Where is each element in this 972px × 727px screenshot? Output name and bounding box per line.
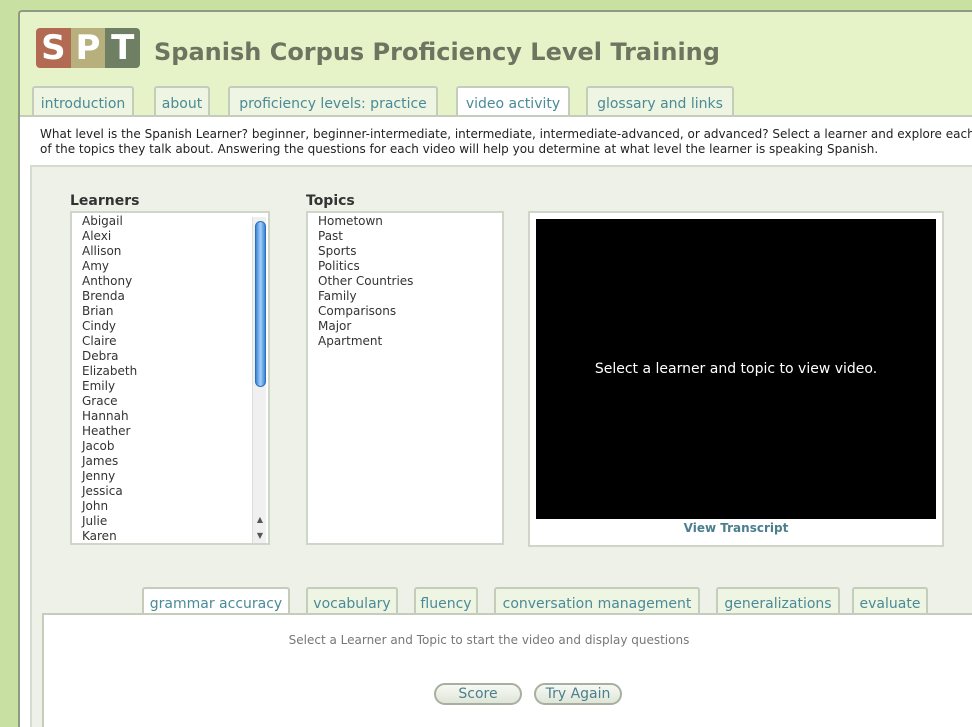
logo-letter-t: T	[105, 28, 140, 68]
tab-video-activity[interactable]: video activity	[456, 86, 570, 117]
video-screen[interactable]: Select a learner and topic to view video…	[536, 219, 936, 519]
tab-fluency[interactable]: fluency	[414, 587, 478, 615]
learners-scrollbar[interactable]: ▲ ▼	[252, 217, 266, 543]
list-item[interactable]: Allison	[72, 244, 268, 259]
list-item[interactable]: Apartment	[308, 334, 502, 349]
app-frame: S P T Spanish Corpus Proficiency Level T…	[18, 10, 972, 727]
video-player: Select a learner and topic to view video…	[528, 211, 944, 547]
list-item[interactable]: Jacob	[72, 439, 268, 454]
tab-introduction[interactable]: introduction	[32, 86, 134, 116]
list-item[interactable]: Debra	[72, 349, 268, 364]
try-again-button[interactable]: Try Again	[534, 683, 622, 705]
question-panel-message: Select a Learner and Topic to start the …	[288, 633, 690, 647]
tab-grammar-accuracy[interactable]: grammar accuracy	[142, 587, 290, 616]
question-panel: Select a Learner and Topic to start the …	[42, 613, 972, 727]
app-title: Spanish Corpus Proficiency Level Trainin…	[154, 38, 720, 66]
list-item[interactable]: Family	[308, 289, 502, 304]
list-item[interactable]: Abigail	[72, 214, 268, 229]
logo-letter-p: P	[70, 28, 106, 68]
content-panel: What level is the Spanish Learner? begin…	[20, 115, 972, 727]
list-item[interactable]: Brian	[72, 304, 268, 319]
learners-items: Abigail Alexi Allison Amy Anthony Brenda Brian…	[72, 213, 268, 543]
logo-letter-s: S	[36, 28, 71, 68]
list-item[interactable]: Claire	[72, 334, 268, 349]
video-placeholder-text: Select a learner and topic to view video…	[594, 361, 878, 377]
video-activity-area: Learners Abigail Alexi Allison Amy Anthony Br…	[30, 165, 972, 727]
list-item[interactable]: Karen	[72, 529, 268, 543]
list-item[interactable]: John	[72, 499, 268, 514]
instructions-text: What level is the Spanish Learner? begin…	[40, 127, 972, 156]
list-item[interactable]: Alexi	[72, 229, 268, 244]
list-item[interactable]: Brenda	[72, 289, 268, 304]
learners-heading: Learners	[70, 193, 140, 209]
topics-items: Hometown Past Sports Politics Other Countrie…	[308, 213, 502, 349]
list-item[interactable]: Elizabeth	[72, 364, 268, 379]
scroll-up-arrow-icon[interactable]: ▲	[255, 515, 265, 525]
tab-generalizations[interactable]: generalizations	[716, 587, 840, 615]
list-item[interactable]: Anthony	[72, 274, 268, 289]
list-item[interactable]: Heather	[72, 424, 268, 439]
list-item[interactable]: Amy	[72, 259, 268, 274]
tab-conversation-management[interactable]: conversation management	[494, 587, 700, 615]
topics-list[interactable]: Hometown Past Sports Politics Other Countrie…	[306, 211, 504, 545]
list-item[interactable]: James	[72, 454, 268, 469]
main-nav-tabs: introduction about proficiency levels: p…	[20, 86, 972, 117]
list-item[interactable]: Emily	[72, 379, 268, 394]
list-item[interactable]: Grace	[72, 394, 268, 409]
list-item[interactable]: Hannah	[72, 409, 268, 424]
scroll-down-arrow-icon[interactable]: ▼	[255, 531, 265, 541]
topics-heading: Topics	[306, 193, 355, 209]
list-item[interactable]: Jessica	[72, 484, 268, 499]
list-item[interactable]: Julie	[72, 514, 268, 529]
list-item[interactable]: Cindy	[72, 319, 268, 334]
list-item[interactable]: Comparisons	[308, 304, 502, 319]
tab-glossary-and-links[interactable]: glossary and links	[586, 86, 734, 116]
view-transcript-link[interactable]: View Transcript	[530, 521, 942, 535]
tab-evaluate[interactable]: evaluate	[852, 587, 928, 615]
scroll-thumb[interactable]	[255, 221, 266, 387]
tab-vocabulary[interactable]: vocabulary	[306, 587, 398, 615]
tab-about[interactable]: about	[154, 86, 210, 116]
list-item[interactable]: Jenny	[72, 469, 268, 484]
spt-logo: S P T	[36, 28, 140, 68]
list-item[interactable]: Hometown	[308, 214, 502, 229]
score-button[interactable]: Score	[434, 683, 522, 705]
learners-list[interactable]: Abigail Alexi Allison Amy Anthony Brenda Brian…	[70, 211, 270, 545]
list-item[interactable]: Past	[308, 229, 502, 244]
list-item[interactable]: Major	[308, 319, 502, 334]
list-item[interactable]: Sports	[308, 244, 502, 259]
list-item[interactable]: Other Countries	[308, 274, 502, 289]
tab-proficiency-levels-practice[interactable]: proficiency levels: practice	[228, 86, 438, 116]
list-item[interactable]: Politics	[308, 259, 502, 274]
